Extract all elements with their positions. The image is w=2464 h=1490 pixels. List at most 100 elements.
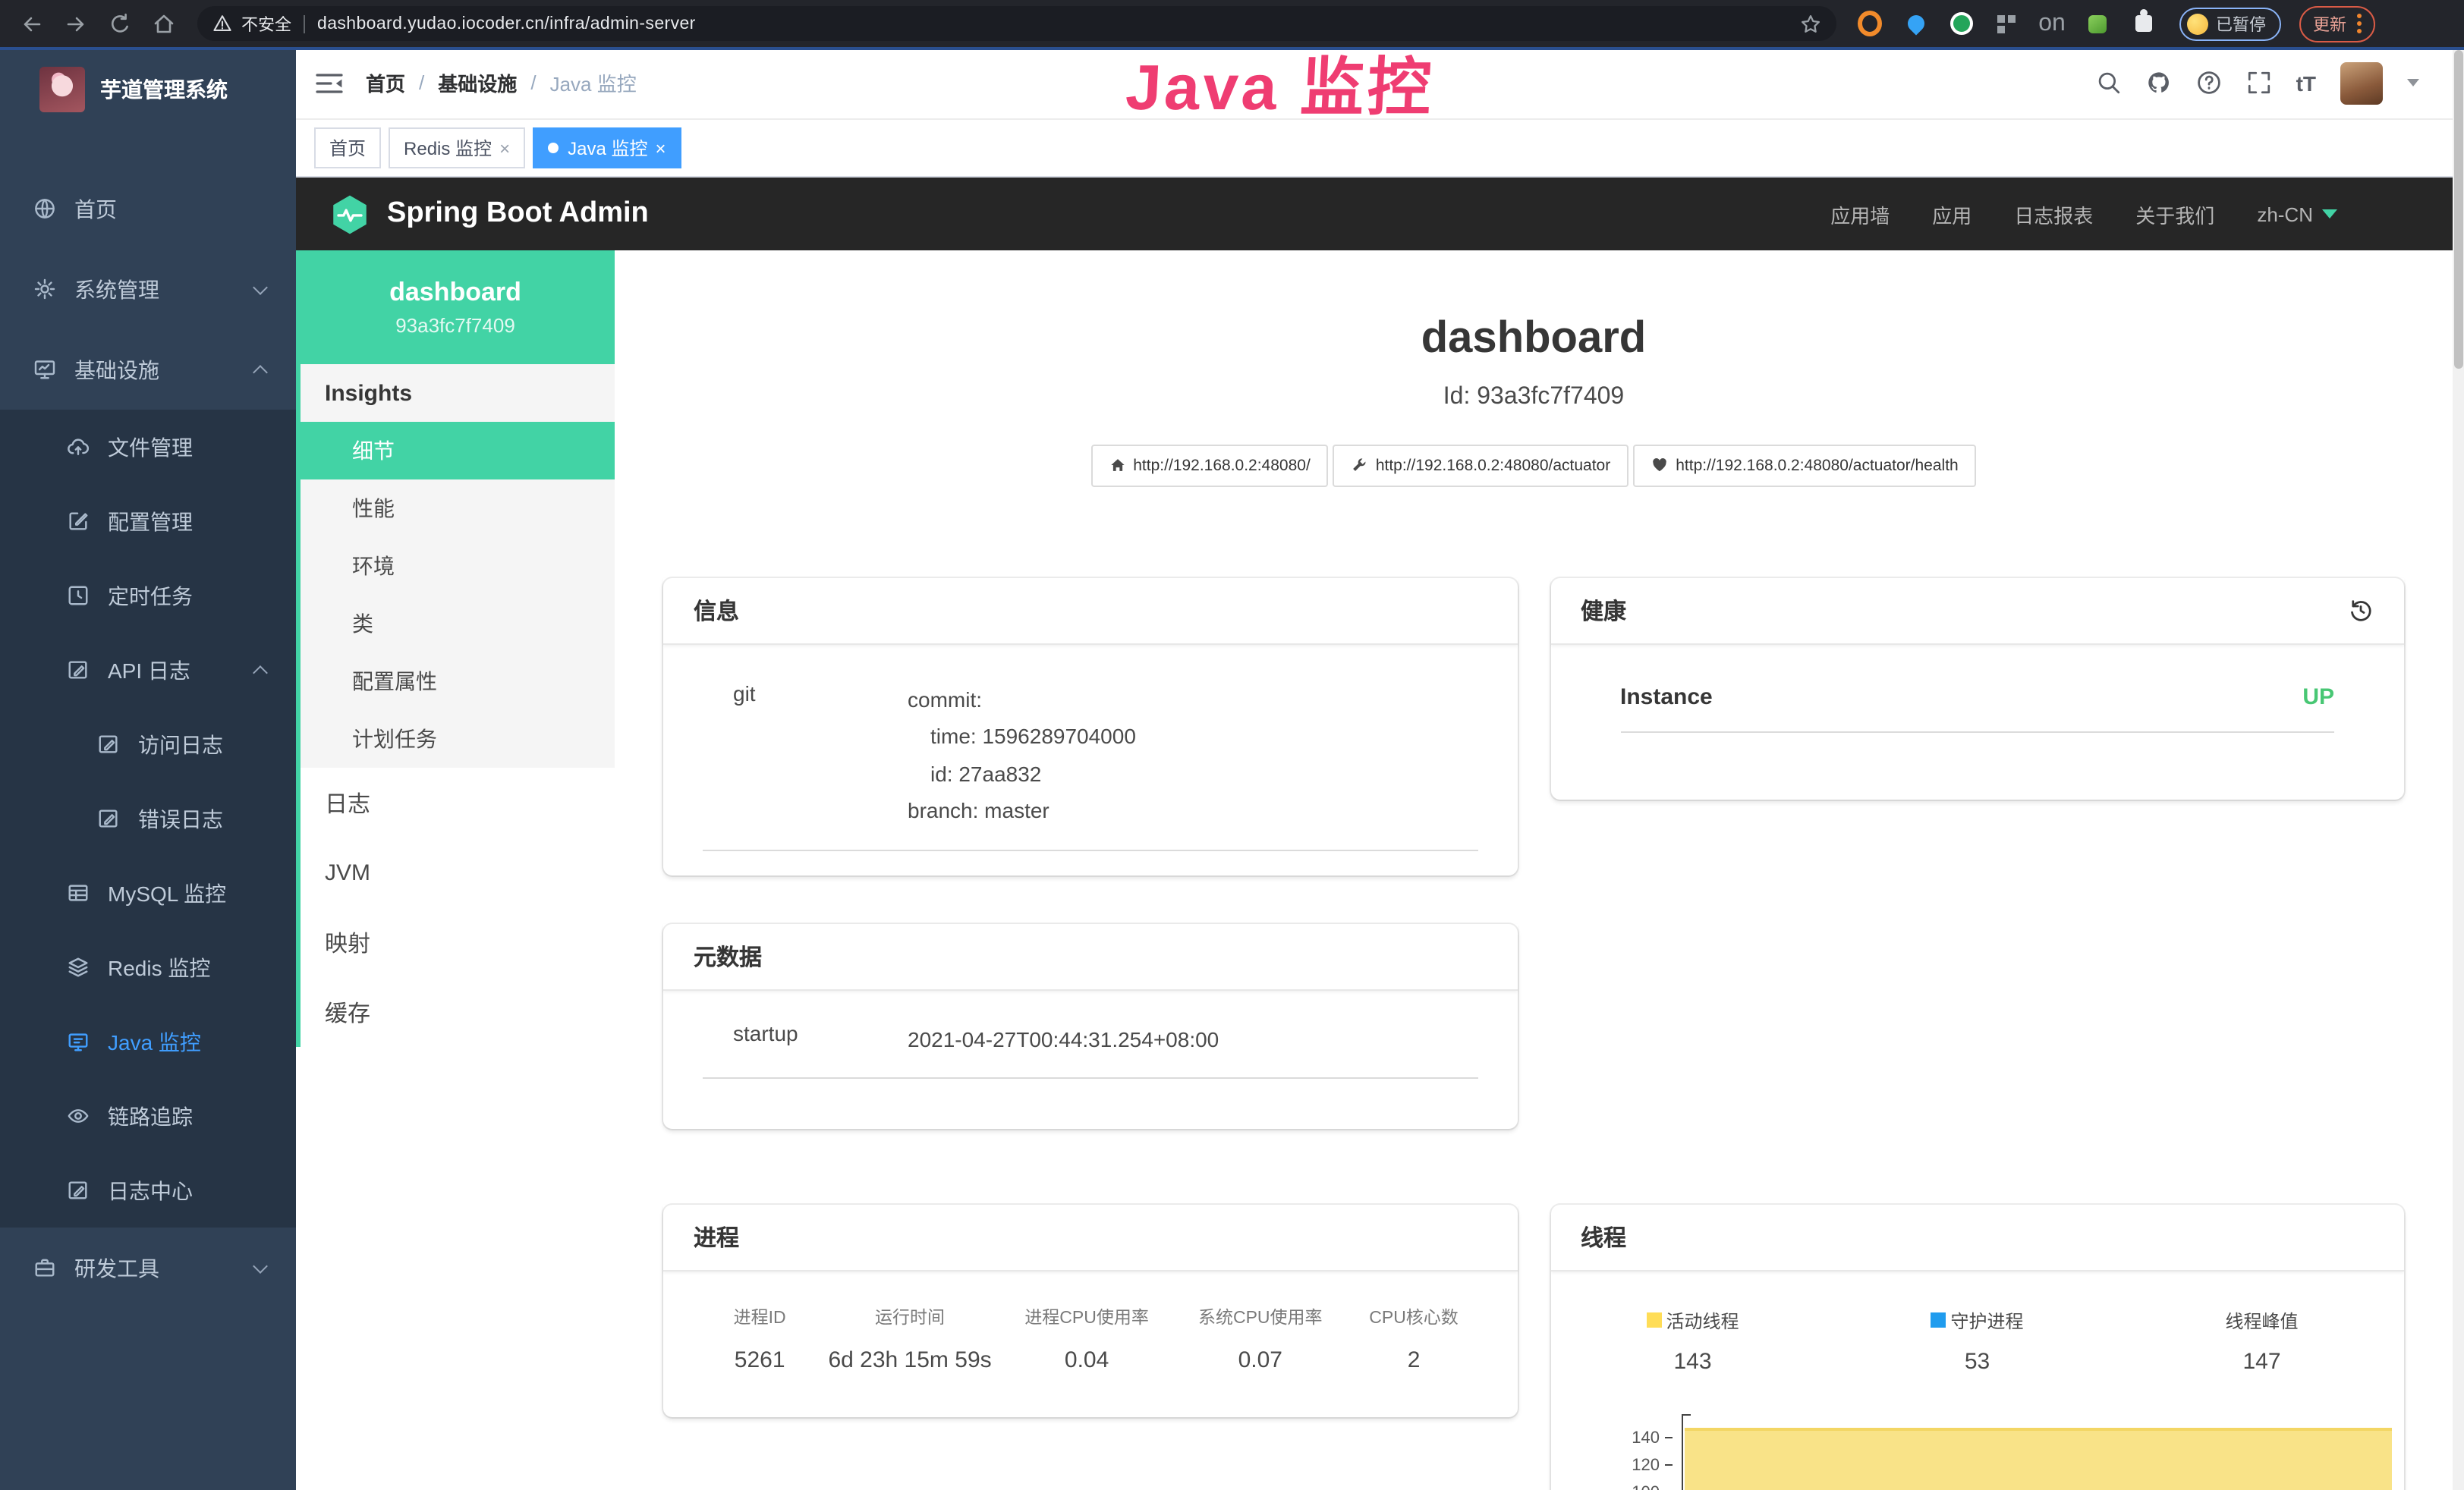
process-col-pid: 进程ID 5261	[700, 1304, 820, 1372]
breadcrumb-home[interactable]: 首页	[366, 68, 405, 97]
browser-menu-icon[interactable]	[2357, 14, 2362, 33]
row-divider	[703, 849, 1477, 850]
side-nav-section-insights: Insights	[301, 364, 615, 422]
threads-card: 线程 活动线程 143 守护进程 53	[1550, 1204, 2404, 1490]
tab-redis-monitor[interactable]: Redis 监控 ×	[389, 127, 525, 168]
toolbox-icon	[33, 1256, 56, 1279]
sba-nav-applications[interactable]: 应用	[1932, 200, 1972, 228]
legend-daemon-threads: 守护进程 53	[1835, 1307, 2119, 1374]
not-secure-warning-icon	[212, 14, 232, 33]
side-nav-jvm[interactable]: JVM	[301, 838, 615, 907]
search-icon[interactable]	[2096, 70, 2122, 96]
active-dot	[548, 143, 559, 153]
annotation-text: Java 监控	[1124, 36, 1437, 129]
header-actions: tT	[2096, 61, 2464, 104]
info-row-label: git	[703, 681, 908, 829]
main-sidebar: 芋道管理系统 首页 系统管理 基础设施 文件管理	[0, 47, 296, 1490]
tab-java-monitor[interactable]: Java 监控 ×	[533, 127, 681, 168]
health-card: 健康 Instance UP	[1550, 577, 2404, 799]
home-icon[interactable]	[152, 11, 176, 36]
sidebar-item-api-logs[interactable]: API 日志	[0, 633, 296, 707]
forward-icon[interactable]	[64, 11, 88, 36]
extension-grid-icon[interactable]	[1994, 11, 2019, 36]
side-nav-config-props[interactable]: 配置属性	[301, 652, 615, 710]
sidebar-item-system[interactable]: 系统管理	[0, 249, 296, 329]
sba-nav-wallboard[interactable]: 应用墙	[1830, 200, 1890, 228]
sidebar-item-redis-monitor[interactable]: Redis 监控	[0, 930, 296, 1004]
health-card-header: 健康	[1550, 577, 2404, 644]
sidebar-submenu-infrastructure: 文件管理 配置管理 定时任务 API 日志 访问日志	[0, 410, 296, 1228]
sidebar-item-dev-tools[interactable]: 研发工具	[0, 1228, 296, 1308]
close-icon[interactable]: ×	[499, 139, 510, 157]
sidebar-item-log-center[interactable]: 日志中心	[0, 1153, 296, 1228]
side-nav-classes[interactable]: 类	[301, 595, 615, 652]
instance-header[interactable]: dashboard 93a3fc7f7409	[296, 250, 615, 364]
sidebar-collapse-icon[interactable]	[316, 71, 343, 95]
github-icon[interactable]	[2146, 70, 2172, 96]
font-size-icon[interactable]: tT	[2296, 71, 2316, 95]
info-card-body: git commit: time: 1596289704000 id: 27aa…	[663, 644, 1517, 878]
card-title: 线程	[1581, 1221, 1626, 1253]
card-title: 健康	[1581, 594, 1626, 626]
sba-nav-about[interactable]: 关于我们	[2135, 200, 2214, 228]
breadcrumb-infrastructure[interactable]: 基础设施	[438, 68, 517, 97]
main-content: dashboard Id: 93a3fc7f7409 http://192.16…	[615, 250, 2453, 1490]
app-logo-row[interactable]: 芋道管理系统	[0, 47, 296, 132]
side-nav-logs[interactable]: 日志	[301, 768, 615, 838]
health-url-button[interactable]: http://192.168.0.2:48080/actuator/health	[1633, 444, 1976, 486]
sidebar-item-mysql-monitor[interactable]: MySQL 监控	[0, 856, 296, 930]
extension-icon[interactable]	[1858, 11, 1882, 36]
actuator-url-button[interactable]: http://192.168.0.2:48080/actuator	[1333, 444, 1629, 486]
process-card-header: 进程	[663, 1204, 1517, 1271]
sidebar-item-file-management[interactable]: 文件管理	[0, 410, 296, 484]
sidebar-item-infrastructure[interactable]: 基础设施	[0, 329, 296, 410]
page-scrollbar[interactable]	[2453, 47, 2464, 1490]
threads-legend: 活动线程 143 守护进程 53 线程峰值 147	[1550, 1307, 2404, 1374]
side-nav-scheduled-tasks[interactable]: 计划任务	[301, 710, 615, 768]
sidebar-item-access-logs[interactable]: 访问日志	[0, 707, 296, 781]
browser-update-button[interactable]: 更新	[2299, 5, 2375, 42]
scrollbar-thumb[interactable]	[2454, 50, 2463, 369]
avatar[interactable]	[2340, 61, 2383, 104]
chevron-down-icon[interactable]	[2407, 79, 2419, 86]
wrench-icon	[1352, 457, 1368, 473]
fullscreen-icon[interactable]	[2246, 70, 2272, 96]
reload-icon[interactable]	[108, 11, 132, 36]
extension-on-icon[interactable]: on	[2040, 11, 2064, 36]
app-logo	[39, 67, 85, 112]
extension-puzzle-icon[interactable]	[2131, 11, 2155, 36]
sidebar-item-java-monitor[interactable]: Java 监控	[0, 1004, 296, 1079]
sba-brand[interactable]: Spring Boot Admin	[387, 197, 649, 231]
address-bar[interactable]: 不安全 dashboard.yudao.iocoder.cn/infra/adm…	[197, 6, 1836, 41]
sba-nav-journal[interactable]: 日志报表	[2014, 200, 2093, 228]
extension-leaf-icon[interactable]	[2085, 11, 2110, 36]
side-nav-caches[interactable]: 缓存	[301, 977, 615, 1047]
sba-locale-select[interactable]: zh-CN	[2257, 203, 2337, 225]
chevron-up-icon	[253, 665, 268, 680]
extension-pin-icon[interactable]	[1903, 11, 1927, 36]
sidebar-item-tracing[interactable]: 链路追踪	[0, 1079, 296, 1153]
side-nav-metrics[interactable]: 性能	[301, 479, 615, 537]
bookmark-star-icon[interactable]	[1800, 13, 1821, 34]
help-icon[interactable]	[2196, 70, 2222, 96]
sidebar-item-scheduled-jobs[interactable]: 定时任务	[0, 558, 296, 633]
sidebar-item-home[interactable]: 首页	[0, 168, 296, 249]
side-nav-details[interactable]: 细节	[301, 422, 615, 479]
process-card: 进程 进程ID 5261 运行时间 6d 23h 15m 59s	[663, 1204, 1517, 1416]
history-icon[interactable]	[2348, 597, 2374, 623]
back-icon[interactable]	[20, 11, 44, 36]
profile-paused-badge[interactable]: 已暂停	[2179, 7, 2281, 40]
info-card-header: 信息	[663, 577, 1517, 644]
sidebar-item-error-logs[interactable]: 错误日志	[0, 781, 296, 856]
row-divider	[703, 1077, 1477, 1079]
close-icon[interactable]: ×	[655, 139, 666, 157]
extension-y-icon[interactable]	[1949, 11, 1973, 36]
service-url-button[interactable]: http://192.168.0.2:48080/	[1090, 444, 1329, 486]
eye-icon	[67, 1105, 90, 1127]
sidebar-item-config-management[interactable]: 配置管理	[0, 484, 296, 558]
side-nav-mappings[interactable]: 映射	[301, 907, 615, 977]
health-row: Instance UP	[1590, 684, 2365, 709]
tab-home[interactable]: 首页	[314, 127, 381, 168]
row-divider	[1620, 731, 2334, 732]
side-nav-environment[interactable]: 环境	[301, 537, 615, 595]
